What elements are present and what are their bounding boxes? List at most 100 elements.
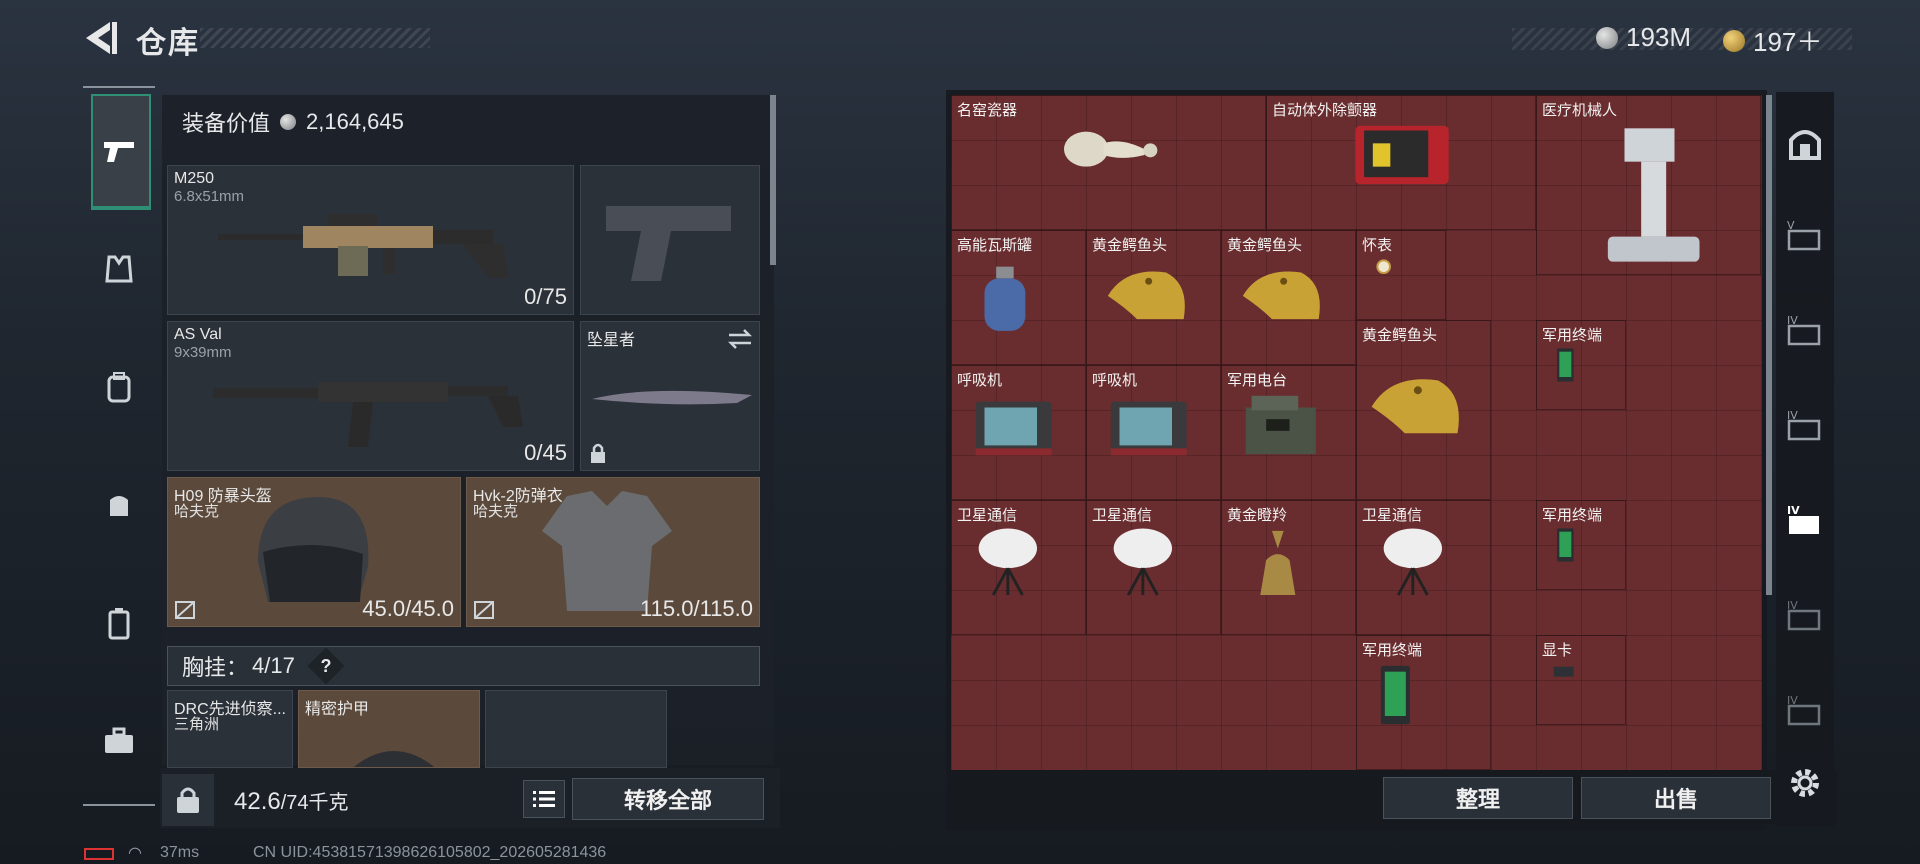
armor-plate-icon [353, 751, 435, 767]
stash-grid: 名窑瓷器 自动体外除颤器 医疗机械人 高能瓦斯罐 黄金鳄鱼头 黄金鳄鱼头 怀表 黄金鳄鱼头 军用… [951, 95, 1762, 770]
swap-icon[interactable] [727, 328, 753, 350]
weapon-name: AS Val [174, 326, 222, 343]
stash-item[interactable]: 呼吸机 [1086, 365, 1221, 500]
military-terminal-icon [1380, 665, 1410, 725]
stash-item[interactable]: 高能瓦斯罐 [951, 230, 1086, 365]
stash-item[interactable]: 卫星通信 [1356, 500, 1491, 635]
weapon-name: M250 [174, 170, 215, 187]
porcelain-vase-icon [1064, 131, 1158, 167]
weight-current: 42.6 [234, 788, 281, 815]
secondary-weapon-slot[interactable] [580, 165, 760, 315]
list-icon[interactable] [523, 780, 565, 818]
vest-tab-icon[interactable] [92, 242, 146, 296]
equipment-value-label: 装备价值 [182, 111, 271, 136]
stash-item[interactable]: 怀表 [1356, 230, 1446, 320]
rig-item-brand: 三角洲 [174, 716, 220, 733]
currency-primary[interactable]: 193M [1596, 22, 1691, 53]
rig-label: 胸挂： [182, 655, 249, 680]
lock-icon [591, 443, 605, 463]
stash-item[interactable]: 军用终端 [1536, 500, 1626, 590]
backpack-tab-icon[interactable] [92, 360, 146, 414]
equipment-scrollbar[interactable] [770, 95, 776, 265]
stash-item[interactable]: 黄金瞪羚 [1221, 500, 1356, 635]
stash-item[interactable]: 军用电台 [1221, 365, 1356, 500]
pouch-tab-icon[interactable] [92, 478, 146, 532]
ping-readout: 37ms [160, 844, 200, 861]
stash-page-iv-icon[interactable]: IV [1780, 590, 1830, 640]
armor-brand: 哈夫克 [473, 503, 519, 520]
medical-robot-icon [1607, 128, 1700, 262]
weight-readout: 42.6/74千克 [234, 786, 349, 816]
sell-button[interactable]: 出售 [1581, 777, 1771, 819]
battery-icon [84, 848, 114, 860]
weight-max: /74千克 [280, 792, 349, 814]
primary-weapon-slot[interactable]: M250 6.8x51mm 0/75 [167, 165, 574, 315]
toolbox-tab-icon[interactable] [92, 714, 146, 768]
silver-coin-icon [280, 114, 297, 130]
stash-page-iv-icon[interactable]: IV [1780, 685, 1830, 735]
rig-item-slot[interactable]: DRC先进侦察... 三角洲 [167, 690, 293, 768]
equipment-value-amount: 2,164,645 [306, 109, 404, 134]
stash-item-label: 军用终端 [1362, 642, 1423, 659]
stash-item-label: 呼吸机 [1092, 372, 1138, 389]
stash-item[interactable]: 军用终端 [1356, 635, 1491, 770]
weight-lock-icon[interactable] [162, 774, 214, 826]
back-arrow-icon[interactable] [80, 20, 120, 56]
stash-item-label: 黄金鳄鱼头 [1227, 237, 1303, 254]
rig-item-name: 精密护甲 [305, 701, 370, 718]
help-glyph: ? [320, 655, 332, 676]
sort-button[interactable]: 整理 [1383, 777, 1573, 819]
armor-brand: 哈夫克 [174, 503, 220, 520]
stash-item[interactable]: 医疗机械人 [1536, 95, 1761, 275]
chest-rig-bar[interactable]: 胸挂： 4/17 ? [167, 646, 760, 686]
transfer-all-button[interactable]: 转移全部 [572, 778, 764, 820]
rig-item-slot-empty[interactable] [485, 690, 667, 768]
stash-item[interactable]: 军用终端 [1536, 320, 1626, 410]
military-terminal-icon [1557, 348, 1574, 382]
military-radio-icon [1245, 395, 1316, 455]
stash-item[interactable]: 名窑瓷器 [951, 95, 1266, 230]
helmet-slot[interactable]: H09 防暴头盔 哈夫克 45.0/45.0 [167, 477, 461, 627]
stash-item[interactable]: 显卡 [1536, 635, 1626, 725]
tab-rail-bottom-line [83, 804, 155, 806]
stash-item-label: 名窑瓷器 [957, 102, 1018, 119]
safebox-icon[interactable] [1780, 118, 1830, 168]
satellite-dish-icon [978, 528, 1037, 596]
body-armor-slot[interactable]: Hvk-2防弹衣 哈夫克 115.0/115.0 [466, 477, 760, 627]
helmet-icon [258, 497, 369, 602]
melee-slot[interactable]: 坠星者 [580, 321, 760, 471]
rig-count: 4/17 [252, 653, 295, 678]
help-icon[interactable]: ? [307, 647, 345, 685]
case-tab-icon[interactable] [92, 596, 146, 650]
stash-item-label: 自动体外除颤器 [1272, 102, 1378, 119]
silver-coin-icon [1596, 26, 1618, 49]
pistol-tab-icon[interactable] [92, 124, 146, 178]
ventilator-icon [975, 401, 1052, 456]
armor-durability: 45.0/45.0 [362, 596, 454, 621]
gold-crocodile-head-icon [1371, 379, 1459, 434]
stash-item-label: 军用电台 [1227, 372, 1288, 389]
weapon-ammo-count: 0/75 [524, 284, 567, 309]
stash-page-v-icon[interactable]: V [1780, 210, 1830, 260]
stash-item-label: 高能瓦斯罐 [957, 237, 1033, 254]
rig-item-slot[interactable]: 精密护甲 [298, 690, 480, 768]
stash-item[interactable]: 卫星通信 [1086, 500, 1221, 635]
stash-item[interactable]: 黄金鳄鱼头 [1356, 320, 1491, 500]
stash-page-iv-icon[interactable]: IV [1780, 400, 1830, 450]
stash-item[interactable]: 自动体外除颤器 [1266, 95, 1536, 230]
stash-page-iv-icon[interactable]: IV [1780, 305, 1830, 355]
stash-item[interactable]: 黄金鳄鱼头 [1086, 230, 1221, 365]
stash-page-iv-active-icon[interactable]: IV [1780, 495, 1830, 545]
stash-item-label: 军用终端 [1542, 327, 1603, 344]
stash-item-label: 医疗机械人 [1542, 102, 1618, 119]
currency-secondary[interactable]: 197＋ [1723, 22, 1822, 59]
knife-icon [592, 390, 752, 405]
settings-gear-icon[interactable] [1780, 758, 1830, 808]
stash-item[interactable]: 黄金鳄鱼头 [1221, 230, 1356, 365]
stash-item[interactable]: 呼吸机 [951, 365, 1086, 500]
stash-scrollbar[interactable] [1766, 95, 1772, 595]
user-uid: CN UID:45381571398626105802_202605281436 [253, 844, 607, 861]
no-repair-icon [474, 601, 494, 619]
second-weapon-slot[interactable]: AS Val 9x39mm 0/45 [167, 321, 574, 471]
stash-item[interactable]: 卫星通信 [951, 500, 1086, 635]
